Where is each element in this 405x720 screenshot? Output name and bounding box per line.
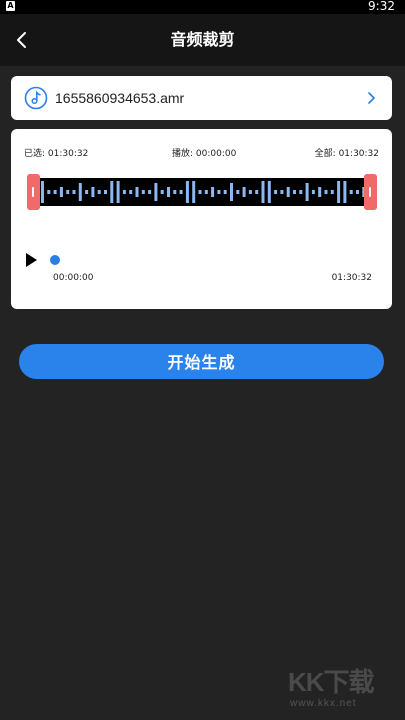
playing-position: 播放: 00:00:00 (172, 146, 236, 159)
end-time: 01:30:32 (331, 273, 372, 283)
page-title: 音频裁剪 (170, 30, 235, 49)
playing-label: 播放: (172, 149, 194, 159)
grip-icon (32, 187, 34, 197)
back-button[interactable] (10, 27, 36, 53)
play-icon (26, 253, 37, 267)
trim-start-handle[interactable] (27, 174, 40, 210)
start-time: 00:00:00 (53, 273, 94, 283)
waveform (37, 178, 367, 206)
nav-bar: 音频裁剪 (0, 14, 405, 66)
file-selector[interactable]: 1655860934653.amr (11, 76, 392, 120)
trim-end-handle[interactable] (364, 174, 377, 210)
progress-slider-thumb[interactable] (50, 255, 60, 265)
playing-time: 00:00:00 (195, 149, 237, 159)
status-bar: A 9:32 (0, 0, 405, 14)
chevron-left-icon (17, 32, 26, 48)
watermark-url: www.kkx.net (290, 698, 357, 709)
file-name: 1655860934653.amr (55, 90, 185, 106)
start-generate-button[interactable]: 开始生成 (19, 344, 384, 379)
watermark: KK下载 www.kkx.net (288, 662, 398, 712)
audio-editor-card: 已选: 01:30:32 播放: 00:00:00 全部: 01:30:32 0… (11, 129, 392, 309)
total-duration: 全部: 01:30:32 (315, 146, 379, 159)
status-indicator: A (6, 1, 15, 11)
total-time: 01:30:32 (338, 149, 379, 159)
watermark-logo: KK下载 (288, 667, 375, 697)
selected-time: 01:30:32 (47, 149, 89, 159)
selected-label: 已选: (24, 149, 46, 159)
grip-icon (369, 187, 371, 197)
waveform-bars (41, 181, 366, 203)
status-time: 9:32 (368, 0, 395, 13)
waveform-track[interactable] (27, 174, 377, 210)
play-button[interactable] (24, 252, 38, 268)
chevron-right-icon (368, 92, 375, 104)
total-label: 全部: (314, 149, 336, 159)
music-note-icon (24, 86, 48, 110)
selected-duration: 已选: 01:30:32 (24, 146, 88, 159)
